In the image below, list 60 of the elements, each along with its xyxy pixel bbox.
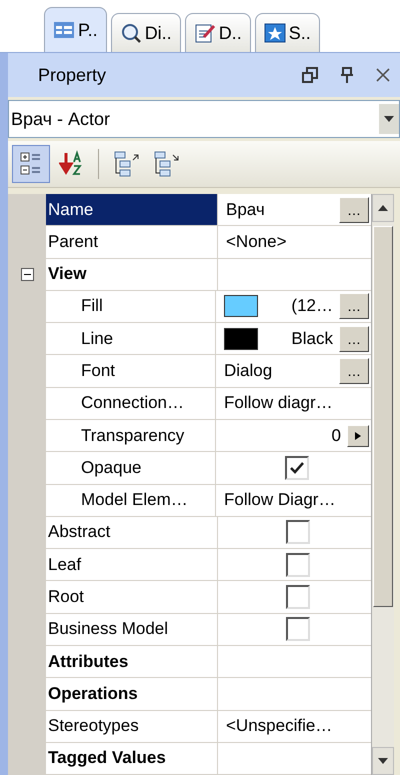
panel-tab[interactable]: Di.. — [110, 13, 181, 52]
checkbox[interactable] — [286, 520, 310, 544]
checkbox[interactable] — [286, 552, 310, 577]
close-icon[interactable] — [376, 68, 390, 82]
scroll-down-icon — [378, 758, 388, 764]
property-name[interactable]: Line — [46, 323, 216, 356]
panel-tab[interactable]: D.. — [184, 13, 251, 52]
property-name[interactable]: Attributes — [46, 646, 218, 678]
magnifier-icon — [120, 23, 142, 43]
panel-tab[interactable]: S.. — [254, 13, 320, 52]
property-name[interactable]: Opaque — [46, 452, 216, 485]
toolbar-button[interactable] — [12, 145, 50, 183]
property-value: (12… — [290, 296, 333, 316]
property-value: 0 — [330, 426, 341, 446]
panel-tab[interactable]: P.. — [44, 7, 107, 52]
property-name[interactable]: Abstract — [46, 516, 218, 550]
property-name[interactable]: Stereotypes — [46, 710, 218, 743]
property-name[interactable]: Operations — [46, 678, 218, 710]
checkmark-icon — [290, 462, 304, 474]
scroll-up-icon — [378, 205, 388, 211]
expand-tree-icon — [112, 150, 140, 178]
table-icon — [53, 21, 75, 39]
property-value: Follow diagr… — [224, 393, 334, 414]
property-name[interactable]: Fill — [46, 290, 216, 324]
browse-button[interactable]: … — [339, 196, 369, 223]
collapse-icon[interactable] — [20, 268, 34, 282]
scrollbar[interactable] — [372, 194, 394, 775]
property-name[interactable]: Font — [46, 355, 216, 388]
browse-button[interactable]: … — [339, 358, 369, 384]
property-value: <None> — [226, 232, 288, 252]
arrow-button[interactable] — [347, 424, 369, 447]
object-dropdown[interactable]: Врач - Actor — [8, 100, 400, 138]
property-value: <Unspecifie… — [226, 716, 334, 736]
property-value: Follow Diagr… — [224, 490, 336, 510]
checkbox[interactable] — [286, 617, 310, 642]
property-value: Black — [290, 328, 333, 349]
property-name[interactable]: Transparency — [46, 420, 216, 452]
checkbox[interactable] — [286, 585, 310, 610]
panel-title: Property — [38, 64, 108, 86]
property-name[interactable]: Name — [46, 194, 218, 226]
property-value: Врач — [226, 200, 266, 220]
property-value: Dialog — [224, 361, 274, 382]
property-name[interactable]: View — [46, 258, 218, 291]
sort-az-icon — [59, 150, 83, 178]
pin-icon[interactable] — [340, 67, 354, 83]
property-name[interactable]: Parent — [46, 226, 218, 259]
document-pencil-icon — [194, 23, 216, 43]
property-name[interactable]: Root — [46, 581, 218, 614]
dropdown-arrow-icon — [384, 116, 394, 122]
triangle-right-icon — [355, 432, 361, 440]
browse-button[interactable]: … — [339, 293, 369, 320]
browse-button[interactable]: … — [339, 326, 369, 352]
property-name[interactable]: Business Model — [46, 614, 218, 646]
checkbox[interactable] — [284, 456, 308, 480]
collapse-tree-icon — [152, 150, 180, 178]
property-name[interactable]: Connection… — [46, 388, 216, 420]
float-icon[interactable] — [302, 67, 318, 83]
property-name[interactable]: Tagged Values — [46, 742, 218, 775]
property-name[interactable]: Leaf — [46, 549, 218, 582]
property-name[interactable]: Model Elem… — [46, 484, 216, 517]
